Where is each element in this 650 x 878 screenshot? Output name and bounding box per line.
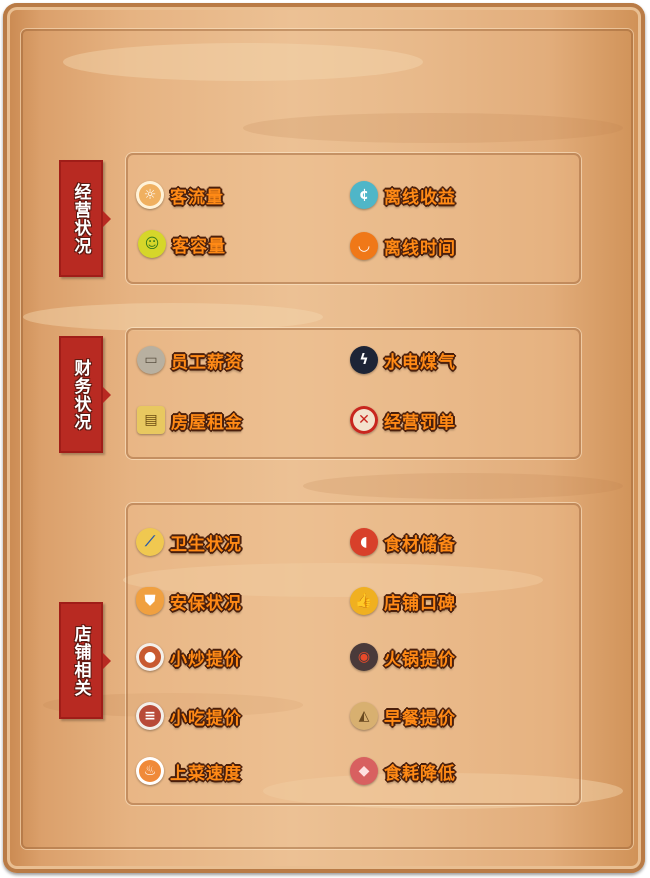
section-tag-label: 经营状况 bbox=[70, 182, 91, 255]
stat-breakfast-price[interactable]: ◭ 早餐提价 bbox=[350, 702, 456, 730]
stat-label: 上菜速度 bbox=[170, 763, 242, 784]
stat-offline-income[interactable]: ¢ 离线收益 bbox=[350, 181, 456, 209]
stat-label: 客容量 bbox=[172, 236, 226, 257]
stat-staff-salary[interactable]: ▭ 员工薪资 bbox=[137, 346, 243, 374]
stat-label: 经营罚单 bbox=[384, 412, 456, 433]
stat-hotpot-price[interactable]: ◉ 火锅提价 bbox=[350, 643, 456, 671]
stat-ingredients-stock[interactable]: ◖ 食材储备 bbox=[350, 528, 456, 556]
stat-label: 早餐提价 bbox=[384, 708, 456, 729]
section-tag-shop: 店铺相关 bbox=[59, 602, 111, 719]
meat-icon: ◖ bbox=[350, 528, 378, 556]
lightning-icon: ϟ bbox=[350, 346, 378, 374]
rent-sign-icon: ▤ bbox=[137, 406, 165, 434]
stat-rent[interactable]: ▤ 房屋租金 bbox=[137, 406, 243, 434]
hotpot-icon: ◉ bbox=[350, 643, 378, 671]
stat-label: 离线时间 bbox=[384, 238, 456, 259]
section-tag-label: 店铺相关 bbox=[70, 624, 91, 697]
section-tag-business: 经营状况 bbox=[59, 160, 111, 277]
footprint-icon: ☼ bbox=[136, 181, 164, 209]
bowl-clock-icon: ◡ bbox=[350, 232, 378, 260]
thumbs-up-icon: 👍 bbox=[350, 587, 378, 615]
stat-offline-time[interactable]: ◡ 离线时间 bbox=[350, 232, 456, 260]
stat-label: 安保状况 bbox=[170, 593, 242, 614]
stat-label: 卫生状况 bbox=[170, 534, 242, 555]
section-tag-finance: 财务状况 bbox=[59, 336, 111, 453]
stirfry-dish-icon: ● bbox=[136, 643, 164, 671]
panel-business bbox=[126, 153, 581, 284]
stat-label: 客流量 bbox=[170, 187, 224, 208]
stat-label: 房屋租金 bbox=[171, 412, 243, 433]
section-tag-label: 财务状况 bbox=[70, 358, 91, 431]
breakfast-icon: ◭ bbox=[350, 702, 378, 730]
broom-icon: ⟋ bbox=[136, 528, 164, 556]
stat-utilities[interactable]: ϟ 水电煤气 bbox=[350, 346, 456, 374]
stat-hygiene[interactable]: ⟋ 卫生状况 bbox=[136, 528, 242, 556]
shield-icon: ⛊ bbox=[136, 587, 164, 615]
coin-hand-icon: ¢ bbox=[350, 181, 378, 209]
stat-fines[interactable]: ✕ 经营罚单 bbox=[350, 406, 456, 434]
people-icon: ☺ bbox=[138, 230, 166, 258]
stat-label: 离线收益 bbox=[384, 187, 456, 208]
banknote-icon: ▭ bbox=[137, 346, 165, 374]
stat-label: 食耗降低 bbox=[384, 763, 456, 784]
stat-label: 小吃提价 bbox=[170, 708, 242, 729]
stat-capacity[interactable]: ☺ 客容量 bbox=[138, 230, 226, 258]
stat-snack-price[interactable]: ≡ 小吃提价 bbox=[136, 702, 242, 730]
stat-label: 水电煤气 bbox=[384, 352, 456, 373]
chef-icon: ♨ bbox=[136, 757, 164, 785]
snack-plate-icon: ≡ bbox=[136, 702, 164, 730]
stat-label: 店铺口碑 bbox=[384, 593, 456, 614]
stat-stirfry-price[interactable]: ● 小炒提价 bbox=[136, 643, 242, 671]
stat-customer-flow[interactable]: ☼ 客流量 bbox=[136, 181, 224, 209]
stat-reputation[interactable]: 👍 店铺口碑 bbox=[350, 587, 456, 615]
fine-stamp-icon: ✕ bbox=[350, 406, 378, 434]
stat-cost-reduction[interactable]: ◆ 食耗降低 bbox=[350, 757, 456, 785]
stat-label: 员工薪资 bbox=[171, 352, 243, 373]
stat-serving-speed[interactable]: ♨ 上菜速度 bbox=[136, 757, 242, 785]
stat-label: 火锅提价 bbox=[384, 649, 456, 670]
ingredients-icon: ◆ bbox=[350, 757, 378, 785]
stat-label: 小炒提价 bbox=[170, 649, 242, 670]
stat-label: 食材储备 bbox=[384, 534, 456, 555]
stat-security[interactable]: ⛊ 安保状况 bbox=[136, 587, 242, 615]
